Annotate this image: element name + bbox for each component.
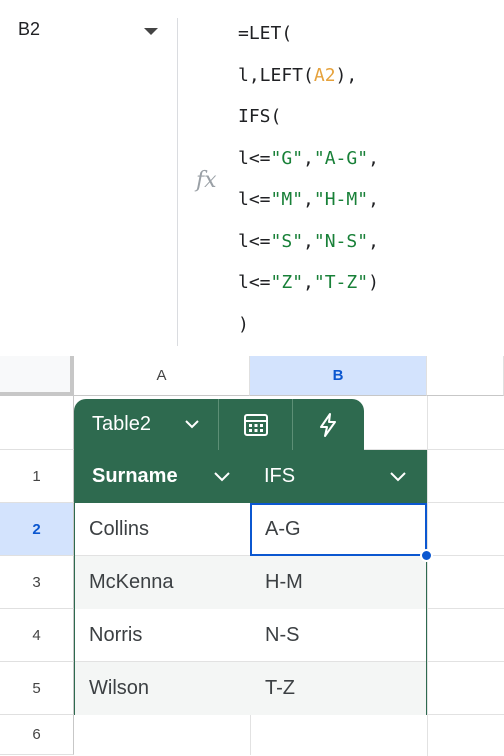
formula-token: "M"	[270, 189, 304, 210]
formula-token: l,LEFT(	[238, 64, 314, 86]
formula-line: l,LEFT(A2),	[238, 60, 379, 102]
formula-token: l<=	[238, 147, 271, 169]
formula-line: l<="G","A-G",	[238, 143, 379, 185]
cell-a2[interactable]: Collins	[89, 503, 249, 556]
formula-token: "A-G"	[313, 147, 369, 169]
formula-token: ,	[303, 147, 314, 169]
formula-line: l<="M","H-M",	[238, 184, 379, 226]
cell-a5[interactable]: Wilson	[89, 662, 249, 715]
row-header-blank	[0, 396, 74, 450]
formula-token: ,	[303, 230, 314, 252]
formula-line: =LET(	[238, 18, 379, 60]
row-header-5[interactable]: 5	[0, 662, 74, 715]
name-box[interactable]: B2	[18, 19, 40, 40]
cell-b3[interactable]: H-M	[265, 556, 425, 609]
table-row: McKenna H-M	[75, 556, 426, 609]
lightning-icon[interactable]	[314, 411, 342, 439]
fx-icon: fx	[196, 168, 217, 193]
toolbar-divider	[218, 399, 219, 450]
formula-token: ,	[368, 230, 379, 252]
row-header-4[interactable]: 4	[0, 609, 74, 662]
formula-token: ,	[303, 189, 314, 210]
active-cell-border	[250, 503, 427, 556]
formula-token: "T-Z"	[313, 272, 369, 293]
formula-token: "G"	[270, 147, 304, 169]
formula-line: l<="S","N-S",	[238, 226, 379, 268]
column-menu-chevron-icon[interactable]	[388, 466, 408, 486]
calendar-grid-icon[interactable]	[242, 411, 270, 439]
column-header-a[interactable]: A	[74, 356, 250, 396]
row-header-1[interactable]: 1	[0, 450, 74, 503]
name-box-dropdown-icon[interactable]	[144, 28, 158, 35]
formula-token: ,	[368, 189, 379, 210]
grid-line	[427, 396, 428, 756]
formula-token: "N-S"	[313, 230, 369, 252]
formula-token: )	[238, 313, 249, 335]
formula-token: IFS(	[238, 106, 282, 127]
formula-token: )	[368, 272, 379, 293]
formula-input[interactable]: =LET(l,LEFT(A2), IFS(l<="G","A-G", l<="M",…	[238, 18, 379, 350]
cell-a3[interactable]: McKenna	[89, 556, 249, 609]
formula-token: =LET(	[238, 23, 293, 44]
formula-token: A2	[313, 64, 336, 86]
formula-token: "H-M"	[313, 189, 369, 210]
formula-token: ),	[335, 64, 358, 86]
table-toolbar: Table2	[74, 399, 364, 450]
table-header-row: Surname IFS	[74, 450, 427, 503]
formula-token: l<=	[238, 272, 271, 293]
formula-token: "S"	[270, 230, 304, 252]
table-row: Norris N-S	[75, 609, 426, 662]
row-header-6[interactable]: 6	[0, 715, 74, 755]
table-row: Wilson T-Z	[75, 662, 426, 715]
formula-token: l<=	[238, 230, 271, 252]
table-menu-chevron-icon[interactable]	[184, 416, 200, 437]
formula-area: B2 fx =LET(l,LEFT(A2), IFS(l<="G","A-G", l…	[0, 0, 504, 357]
formula-token: ,	[303, 272, 314, 293]
grid-line	[250, 715, 251, 755]
fill-handle[interactable]	[420, 549, 433, 562]
formula-token: l<=	[238, 189, 271, 210]
formula-token: ,	[368, 147, 379, 169]
toolbar-divider	[292, 399, 293, 450]
formula-token: "Z"	[270, 272, 304, 293]
table-name[interactable]: Table2	[92, 399, 151, 450]
table-header-surname[interactable]: Surname	[92, 450, 178, 503]
column-header-b[interactable]: B	[250, 356, 427, 396]
spreadsheet-grid: A B 1 2 3 4 5 6 Table2 Surname IFS Colli…	[0, 356, 504, 756]
formula-bar-divider	[177, 18, 178, 346]
column-header-c[interactable]	[427, 356, 504, 396]
cell-a4[interactable]: Norris	[89, 609, 249, 662]
formula-line: )	[238, 309, 379, 351]
table-header-ifs[interactable]: IFS	[264, 450, 295, 503]
cell-b4[interactable]: N-S	[265, 609, 425, 662]
select-all-corner[interactable]	[0, 356, 74, 396]
formula-line: IFS(	[238, 101, 379, 143]
column-menu-chevron-icon[interactable]	[212, 466, 232, 486]
row-header-2[interactable]: 2	[0, 503, 74, 556]
cell-b5[interactable]: T-Z	[265, 662, 425, 715]
formula-line: l<="Z","T-Z")	[238, 267, 379, 309]
row-header-3[interactable]: 3	[0, 556, 74, 609]
